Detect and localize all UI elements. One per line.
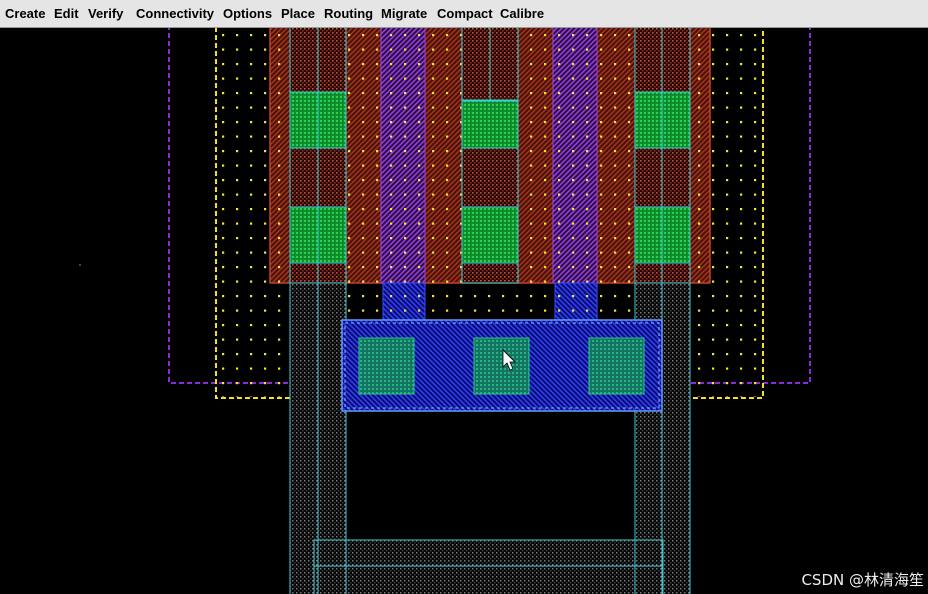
green-square-middle-upper[interactable]	[461, 100, 519, 149]
layout-canvas[interactable]	[0, 0, 928, 594]
menu-calibre[interactable]: Calibre	[500, 0, 544, 28]
menu-migrate[interactable]: Migrate	[381, 0, 427, 28]
menu-place[interactable]: Place	[281, 0, 315, 28]
teal-square-left[interactable]	[358, 337, 415, 395]
menu-compact[interactable]: Compact	[437, 0, 493, 28]
bottom-bar[interactable]	[313, 539, 664, 594]
menu-routing[interactable]: Routing	[324, 0, 373, 28]
menu-edit[interactable]: Edit	[54, 0, 79, 28]
menu-options[interactable]: Options	[223, 0, 272, 28]
menu-connectivity[interactable]: Connectivity	[136, 0, 214, 28]
canvas-marker-dot	[79, 264, 81, 266]
menu-verify[interactable]: Verify	[88, 0, 123, 28]
menu-bar: Create Edit Verify Connectivity Options …	[0, 0, 928, 28]
menu-create[interactable]: Create	[5, 0, 45, 28]
teal-square-middle[interactable]	[473, 337, 530, 395]
green-square-middle-lower[interactable]	[461, 206, 519, 264]
layout-editor-window: Create Edit Verify Connectivity Options …	[0, 0, 928, 594]
watermark: CSDN @林清海笙	[801, 571, 924, 589]
teal-square-right[interactable]	[588, 337, 645, 395]
